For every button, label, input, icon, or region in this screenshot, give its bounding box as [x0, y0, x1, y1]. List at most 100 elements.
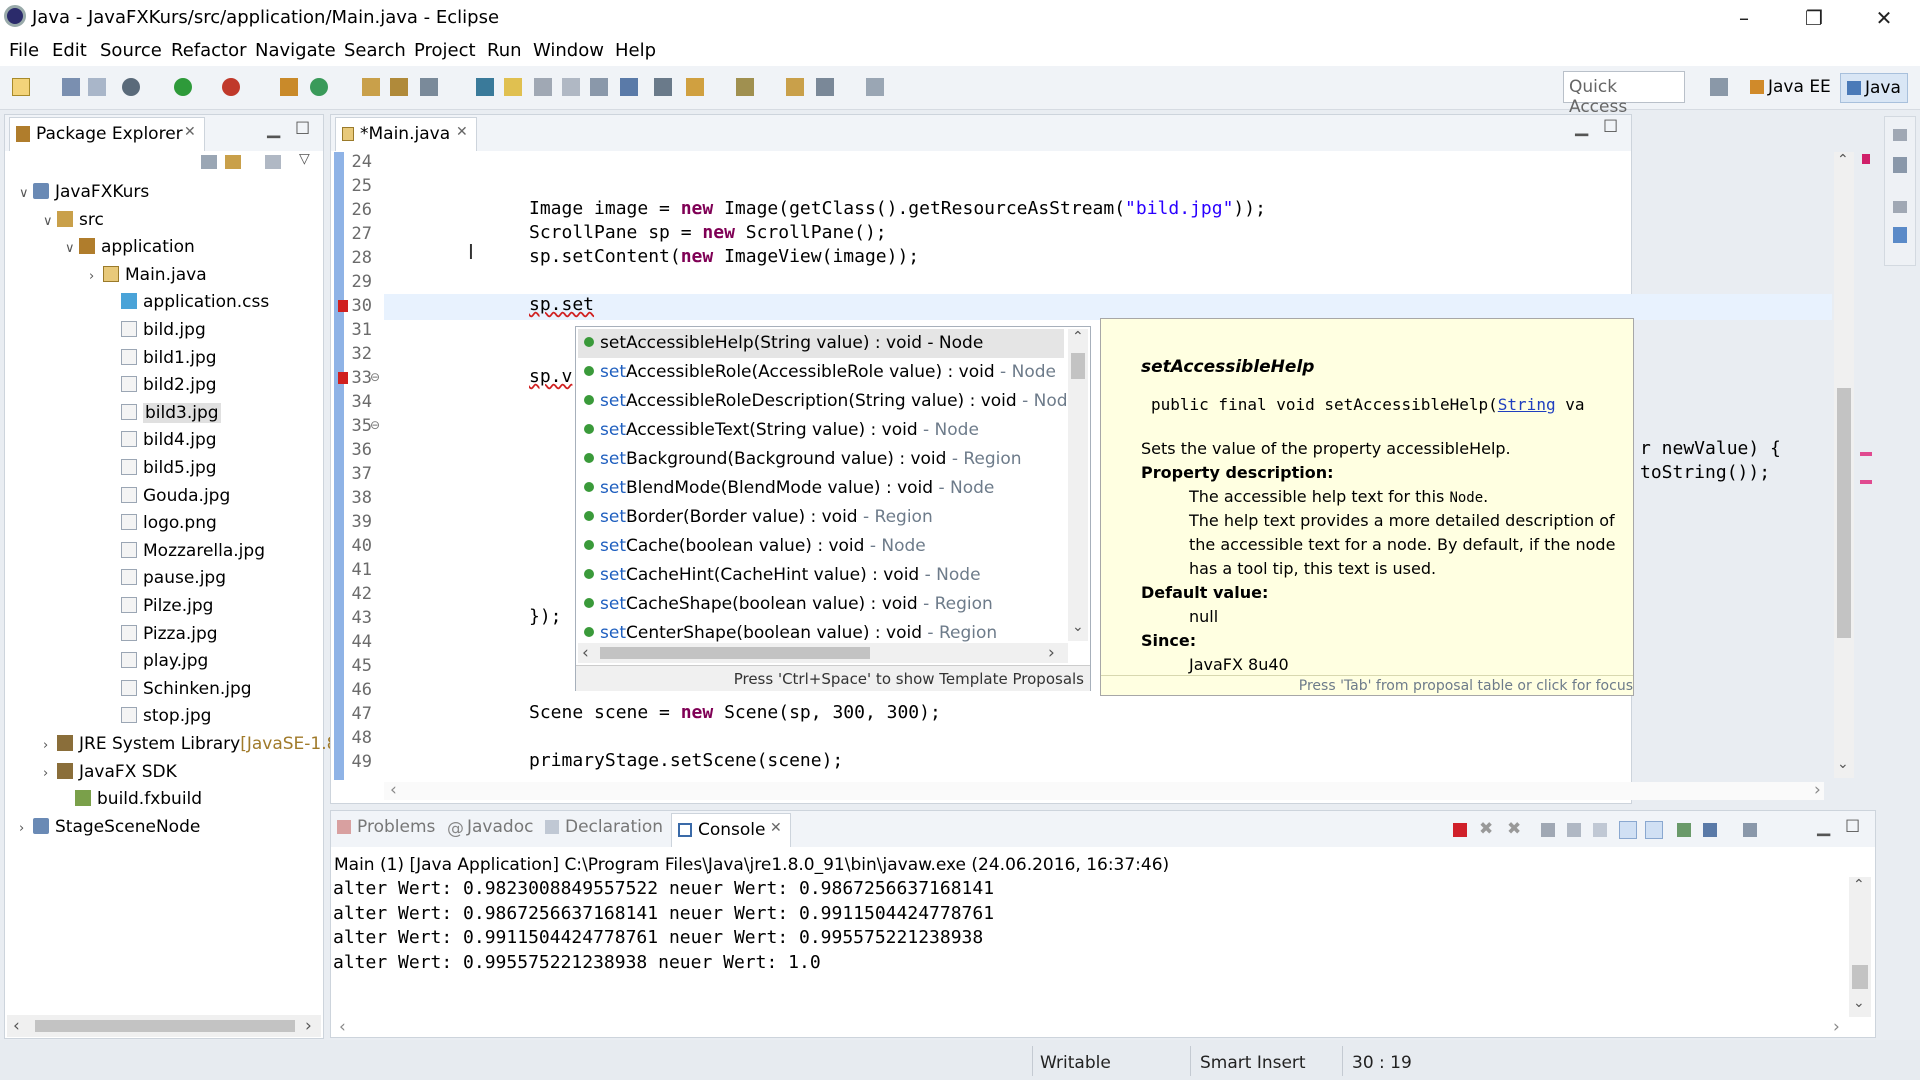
tree-item[interactable]: ∨ application: [5, 234, 325, 261]
proposal-item[interactable]: setBlendMode(BlendMode value) : void - N…: [584, 474, 1069, 503]
proposal-item[interactable]: setCacheShape(boolean value) : void - Re…: [584, 590, 1069, 619]
javadoc-string-link[interactable]: String: [1498, 395, 1556, 414]
assist-vscroll-thumb[interactable]: [1071, 353, 1085, 379]
proposal-item[interactable]: setAccessibleText(String value) : void -…: [584, 416, 1069, 445]
console-line[interactable]: alter Wert: 0.9911504424778761 neuer Wer…: [333, 927, 983, 948]
code-line-37-tail[interactable]: toString());: [1640, 462, 1770, 483]
tree-item[interactable]: Schinken.jpg: [5, 676, 325, 703]
menu-project[interactable]: Project: [414, 40, 476, 61]
clear-console-icon[interactable]: [1541, 823, 1555, 837]
chevron-down-icon[interactable]: ∨: [65, 235, 79, 262]
tree-item[interactable]: ∨ src: [5, 207, 325, 234]
tree-item[interactable]: bild5.jpg: [5, 455, 325, 482]
code-line-43[interactable]: });: [529, 606, 562, 627]
scroll-down-icon[interactable]: ⌄: [1072, 619, 1084, 635]
tab-problems[interactable]: Problems: [337, 817, 435, 837]
previous-annotation-icon[interactable]: [736, 78, 754, 96]
explorer-tab[interactable]: Package Explorer ✕: [9, 117, 205, 151]
tree-item[interactable]: bild2.jpg: [5, 372, 325, 399]
tree-item[interactable]: Gouda.jpg: [5, 483, 325, 510]
editor-hscrollbar[interactable]: ‹ ›: [384, 780, 1824, 800]
link-with-editor-icon[interactable]: [225, 155, 241, 169]
tree-item[interactable]: › Main.java: [5, 262, 325, 289]
tree-item[interactable]: play.jpg: [5, 648, 325, 675]
scroll-down-icon[interactable]: ⌄: [1853, 995, 1865, 1011]
terminate-icon[interactable]: [1453, 823, 1467, 837]
assist-hscroll-thumb[interactable]: [600, 647, 870, 659]
outline-icon[interactable]: [1893, 157, 1907, 173]
save-icon[interactable]: [62, 78, 80, 96]
scroll-up-icon[interactable]: ⌃: [1853, 877, 1865, 893]
assist-vscrollbar[interactable]: ⌃ ⌄: [1068, 329, 1088, 641]
display-selected-console-icon[interactable]: [1703, 823, 1717, 837]
scroll-left-icon[interactable]: ‹: [582, 643, 589, 663]
maximize-view-icon[interactable]: ☐: [1603, 117, 1618, 137]
chevron-down-icon[interactable]: ∨: [19, 180, 33, 207]
tree-item[interactable]: pause.jpg: [5, 565, 325, 592]
console-line[interactable]: alter Wert: 0.9867256637168141 neuer Wer…: [333, 903, 994, 924]
tree-item[interactable]: › JRE System Library[JavaSE-1.8]: [5, 731, 344, 758]
editor-vscroll-thumb[interactable]: [1837, 388, 1851, 638]
last-edit-location-icon[interactable]: [786, 78, 804, 96]
tree-item[interactable]: › StageSceneNode: [5, 814, 325, 841]
open-task-icon[interactable]: [390, 78, 408, 96]
explorer-hscrollbar[interactable]: ‹ ›: [7, 1015, 321, 1037]
tree-item[interactable]: Pilze.jpg: [5, 593, 325, 620]
minimize-button[interactable]: –: [1716, 4, 1772, 32]
scroll-up-icon[interactable]: ⌃: [1072, 329, 1084, 345]
code-line-30[interactable]: sp.set: [529, 294, 594, 315]
maximize-view-icon[interactable]: ☐: [295, 119, 310, 139]
scroll-left-icon[interactable]: ‹: [339, 1017, 346, 1037]
overview-marker[interactable]: [1860, 452, 1872, 456]
next-annotation-icon[interactable]: [686, 78, 704, 96]
new-icon[interactable]: [12, 78, 30, 96]
block-selection-icon[interactable]: [534, 78, 552, 96]
menu-file[interactable]: File: [9, 40, 39, 61]
scroll-right-icon[interactable]: ›: [1048, 643, 1055, 663]
tree-item[interactable]: › JavaFX SDK: [5, 759, 325, 786]
proposal-item[interactable]: setCache(boolean value) : void - Node: [584, 532, 1069, 561]
scroll-left-icon[interactable]: ‹: [390, 780, 397, 800]
new-java-class-icon[interactable]: [310, 78, 328, 96]
scroll-right-icon[interactable]: ›: [305, 1016, 312, 1036]
word-wrap-icon[interactable]: [1593, 823, 1607, 837]
view-menu-icon[interactable]: ▽: [299, 151, 310, 167]
chevron-right-icon[interactable]: ›: [19, 815, 33, 842]
open-perspective-icon[interactable]: [1710, 78, 1728, 96]
minimize-view-icon[interactable]: ▁: [1817, 817, 1830, 837]
tree-item[interactable]: stop.jpg: [5, 703, 325, 730]
minimize-view-icon[interactable]: ▁: [267, 119, 280, 139]
close-icon[interactable]: ✕: [184, 124, 196, 140]
tab-console[interactable]: Console ✕: [671, 813, 791, 847]
focus-icon[interactable]: [265, 155, 281, 169]
tree-item[interactable]: bild3.jpg: [5, 400, 325, 427]
restore-icon[interactable]: [1893, 129, 1907, 141]
tab-javadoc[interactable]: @ Javadoc: [447, 817, 533, 839]
open-type-icon[interactable]: [362, 78, 380, 96]
tree-item[interactable]: bild.jpg: [5, 317, 325, 344]
show-console-stdout-icon[interactable]: [1619, 821, 1637, 839]
console-line[interactable]: alter Wert: 0.995575221238938 neuer Wert…: [333, 952, 821, 973]
perspective-java-ee[interactable]: Java EE: [1744, 73, 1837, 103]
close-button[interactable]: ✕: [1856, 4, 1912, 32]
perspective-java[interactable]: Java: [1840, 73, 1908, 103]
menu-source[interactable]: Source: [100, 40, 162, 61]
menu-navigate[interactable]: Navigate: [255, 40, 336, 61]
code-line-36-tail[interactable]: r newValue) {: [1640, 438, 1781, 459]
scroll-right-icon[interactable]: ›: [1833, 1017, 1840, 1037]
menu-search[interactable]: Search: [344, 40, 406, 61]
external-tools-icon[interactable]: [222, 78, 240, 96]
tree-item[interactable]: bild4.jpg: [5, 427, 325, 454]
show-paragraph-icon[interactable]: [590, 78, 608, 96]
tab-declaration[interactable]: Declaration: [545, 817, 663, 837]
task-list-icon[interactable]: [1893, 227, 1907, 243]
scroll-right-icon[interactable]: ›: [1814, 780, 1821, 800]
tree-item[interactable]: application.css: [5, 289, 325, 316]
proposal-item[interactable]: setBorder(Border value) : void - Region: [584, 503, 1069, 532]
back-icon[interactable]: [816, 78, 834, 96]
console-hscrollbar[interactable]: ‹ ›: [333, 1017, 1847, 1037]
menu-help[interactable]: Help: [615, 40, 656, 61]
remove-all-launches-icon[interactable]: ✖: [1507, 819, 1521, 839]
code-line-28[interactable]: sp.setContent(new ImageView(image));: [529, 246, 919, 267]
tree-item[interactable]: Mozzarella.jpg: [5, 538, 325, 565]
